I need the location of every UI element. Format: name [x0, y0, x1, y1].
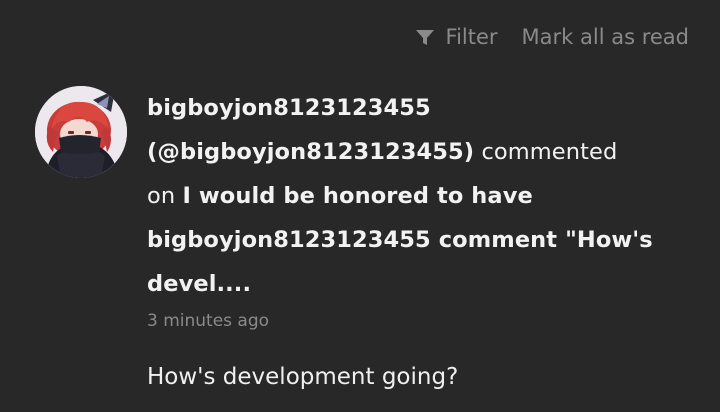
- action-text: commented: [481, 139, 618, 165]
- notification-headline: bigboyjon8123123455 (@bigboyjon812312345…: [147, 86, 677, 306]
- notification-timestamp: 3 minutes ago: [147, 311, 270, 331]
- avatar-red-haired-character-icon[interactable]: [35, 86, 127, 178]
- post-title-link[interactable]: I would be honored to have bigboyjon8123…: [147, 183, 653, 297]
- comment-preview-text: How's development going?: [147, 364, 459, 390]
- mark-all-read-button[interactable]: Mark all as read: [522, 25, 689, 49]
- filter-button[interactable]: Filter: [414, 25, 498, 49]
- notification-toolbar: Filter Mark all as read: [414, 20, 689, 54]
- commenter-username-link[interactable]: bigboyjon8123123455: [147, 95, 431, 121]
- notification-body: bigboyjon8123123455 (@bigboyjon812312345…: [147, 86, 677, 394]
- preposition-text: on: [147, 183, 176, 209]
- filter-label: Filter: [445, 25, 498, 49]
- commenter-handle-link[interactable]: (@bigboyjon8123123455): [147, 139, 474, 165]
- filter-funnel-icon: [414, 26, 436, 48]
